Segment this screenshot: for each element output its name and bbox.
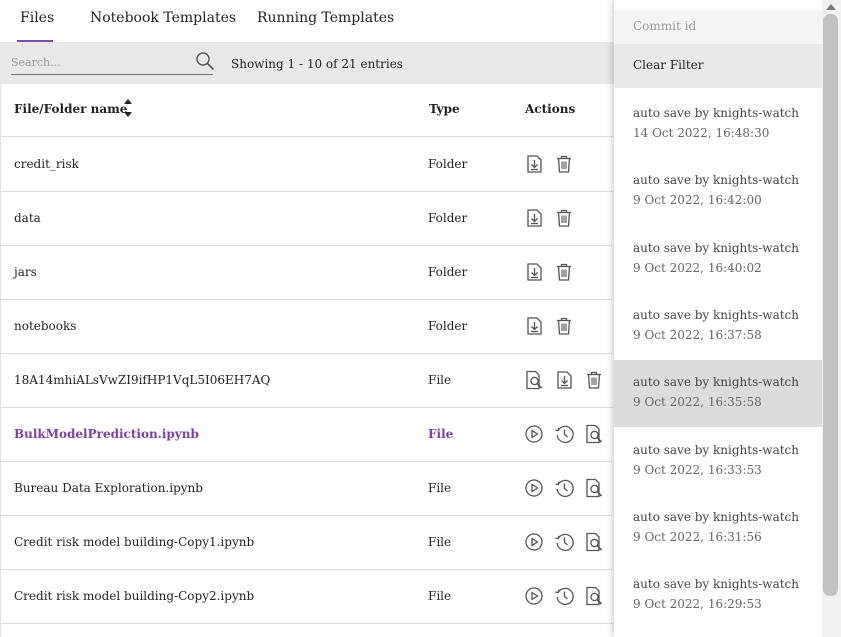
search-box [11,50,215,75]
file-type: File [428,373,452,387]
trash-icon[interactable] [553,153,575,175]
commit-message: auto save by knights-watch [633,240,800,255]
table-row[interactable]: 18A14mhiALsVwZI9ifHP1VqL5I06EH7AQ File [0,353,614,408]
tab-bar: Files Notebook Templates Running Templat… [0,0,614,42]
file-type: File [428,589,452,603]
file-type: Folder [428,157,468,171]
search-input[interactable] [11,52,186,72]
trash-icon[interactable] [583,369,605,391]
commit-message: auto save by knights-watch [633,173,800,188]
history-icon[interactable] [553,423,575,445]
commit-item[interactable]: auto save by knights-watch 9 Oct 2022, 16… [614,562,822,629]
files-toolbar: Showing 1 - 10 of 21 entries [0,42,614,84]
commit-timestamp: 9 Oct 2022, 16:33:53 [633,462,762,477]
tab-running-templates[interactable]: Running Templates [257,10,394,26]
sort-icon[interactable] [122,95,134,121]
commit-timestamp: 9 Oct 2022, 16:35:58 [633,395,762,410]
column-header-name[interactable]: File/Folder name [14,102,127,116]
table-row[interactable]: Credit risk model building-Copy2.ipynb Fi… [0,569,614,624]
download-icon[interactable] [523,207,545,229]
run-icon[interactable] [523,423,545,445]
commit-item[interactable]: auto save by knights-watch 9 Oct 2022, 16… [614,158,822,225]
table-header: File/Folder name Type Actions [0,84,614,137]
download-icon[interactable] [523,153,545,175]
run-icon[interactable] [523,585,545,607]
file-type: File [428,535,452,549]
download-icon[interactable] [523,261,545,283]
table-row[interactable]: Bureau Data Exploration.ipynb File [0,461,614,516]
file-name[interactable]: Credit risk model building-Copy1.ipynb [14,535,254,549]
file-type: Folder [428,319,468,333]
preview-icon[interactable] [583,423,605,445]
scrollbar[interactable] [822,0,841,637]
commit-message: auto save by knights-watch [633,442,800,457]
commit-timestamp: 9 Oct 2022, 16:29:53 [633,597,762,612]
download-icon[interactable] [553,369,575,391]
commit-id-header: Commit id [614,10,822,44]
table-row[interactable]: BulkModelPrediction.ipynb File [0,407,614,462]
file-name[interactable]: notebooks [14,319,76,333]
trash-icon[interactable] [553,315,575,337]
history-icon[interactable] [553,531,575,553]
preview-icon[interactable] [583,531,605,553]
run-icon[interactable] [523,477,545,499]
file-type: Folder [428,211,468,225]
entries-count: Showing 1 - 10 of 21 entries [231,57,403,71]
file-name[interactable]: jars [14,265,37,279]
commit-message: auto save by knights-watch [633,307,800,322]
commit-item[interactable]: auto save by knights-watch 14 Oct 2022, 1… [614,91,822,158]
table-row[interactable]: notebooks Folder [0,299,614,354]
trash-icon[interactable] [553,261,575,283]
table-row[interactable]: credit_risk Folder [0,137,614,192]
file-name[interactable]: Credit risk model building-Copy2.ipynb [14,589,254,603]
file-name[interactable]: BulkModelPrediction.ipynb [14,427,199,441]
preview-icon[interactable] [583,585,605,607]
history-icon[interactable] [553,477,575,499]
scroll-up-arrow-icon[interactable] [826,4,836,10]
scrollbar-thumb[interactable] [823,14,838,596]
column-header-type: Type [429,102,460,116]
run-icon[interactable] [523,531,545,553]
table-row[interactable]: data Folder [0,191,614,246]
clear-filter-button[interactable]: Clear Filter [614,44,822,88]
commit-item[interactable]: auto save by knights-watch 9 Oct 2022, 16… [614,226,822,293]
commit-id-label: Commit id [633,19,697,33]
preview-icon[interactable] [583,477,605,499]
commit-message: auto save by knights-watch [633,577,800,592]
file-type: Folder [428,265,468,279]
commit-item[interactable]: auto save by knights-watch 9 Oct 2022, 16… [614,293,822,360]
commit-history-panel: Commit id Clear Filter auto save by knig… [614,0,822,637]
commit-item[interactable]: auto save by knights-watch 9 Oct 2022, 16… [614,495,822,562]
commit-timestamp: 9 Oct 2022, 16:42:00 [633,193,762,208]
file-name[interactable]: credit_risk [14,157,79,171]
table-row[interactable]: Credit risk model building-Copy1.ipynb Fi… [0,515,614,570]
trash-icon[interactable] [553,207,575,229]
clear-filter-label: Clear Filter [633,58,704,72]
commit-timestamp: 14 Oct 2022, 16:48:30 [633,126,770,140]
file-name[interactable]: data [14,211,41,225]
download-icon[interactable] [523,315,545,337]
file-name[interactable]: 18A14mhiALsVwZI9ifHP1VqL5I06EH7AQ [14,373,270,387]
column-header-actions: Actions [525,102,576,116]
commit-item[interactable]: auto save by knights-watch 9 Oct 2022, 16… [614,360,822,428]
history-icon[interactable] [553,585,575,607]
commit-timestamp: 9 Oct 2022, 16:37:58 [633,327,762,342]
commit-timestamp: 9 Oct 2022, 16:40:02 [633,260,762,275]
file-type: File [428,427,454,441]
tab-files[interactable]: Files [20,10,54,26]
commit-message: auto save by knights-watch [633,509,800,524]
file-name[interactable]: Bureau Data Exploration.ipynb [14,481,203,495]
commit-item[interactable]: auto save by knights-watch 9 Oct 2022, 16… [614,428,822,495]
table-row[interactable]: jars Folder [0,245,614,300]
search-icon[interactable] [195,51,215,71]
preview-icon[interactable] [523,369,545,391]
commit-message: auto save by knights-watch [633,106,800,120]
commit-message: auto save by knights-watch [633,375,800,390]
file-type: File [428,481,452,495]
tab-notebook-templates[interactable]: Notebook Templates [90,10,236,26]
commit-timestamp: 9 Oct 2022, 16:31:56 [633,529,762,544]
